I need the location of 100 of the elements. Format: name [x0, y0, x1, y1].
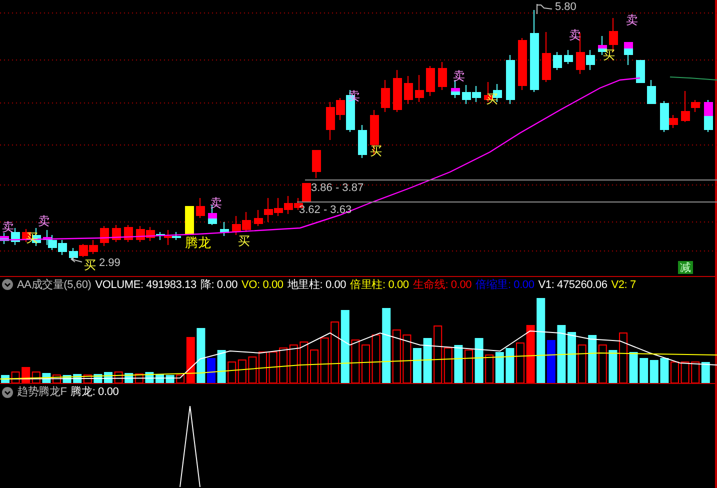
candlestick	[462, 84, 471, 104]
candlestick	[220, 222, 229, 236]
volume-bar	[506, 348, 514, 383]
volume-bar	[310, 349, 318, 383]
volume-bar	[578, 344, 586, 383]
volume-bar	[516, 342, 524, 383]
volume-bar	[629, 352, 638, 383]
volume-bar	[114, 371, 123, 383]
candlestick	[381, 80, 390, 112]
candlestick	[69, 248, 78, 260]
candlestick	[393, 70, 402, 112]
volume-bar	[413, 348, 422, 383]
buy-signal: 买	[238, 235, 250, 247]
volume-bar	[22, 366, 30, 383]
high-price-label: 5.80	[555, 2, 576, 13]
volume-bar	[701, 362, 710, 383]
candlestick	[636, 60, 645, 84]
volume-bar	[670, 361, 679, 383]
volume-bar	[650, 360, 658, 383]
indicator-value: 倍缩里: 0.00	[476, 278, 534, 292]
indicator-value: 生命线: 0.00	[412, 278, 472, 292]
price-range-label: 3.86 - 3.87	[311, 183, 364, 194]
volume-bar	[320, 337, 329, 383]
volume-bar	[526, 324, 535, 383]
volume-bar	[608, 350, 618, 383]
buy-signal: 买	[26, 232, 38, 244]
candlestick	[518, 38, 527, 90]
candlestick	[136, 226, 145, 242]
volume-bar	[691, 361, 700, 383]
indicator-value: 地里柱: 0.00	[287, 278, 346, 292]
indicator-value: V1: 475260.06	[538, 278, 608, 292]
candlestick	[564, 50, 573, 64]
sell-signal: 卖	[626, 14, 638, 26]
sell-signal: 卖	[38, 215, 50, 227]
candlestick	[426, 66, 435, 96]
volume-bar	[248, 356, 257, 383]
indicator-name: AA成交量(5,60)	[17, 278, 92, 292]
volume-bar	[228, 361, 236, 383]
candlestick	[624, 42, 633, 66]
candlestick	[58, 240, 67, 256]
volume-bar	[464, 349, 473, 383]
candlestick	[542, 32, 551, 82]
indicator-value: VO: 0.00	[242, 278, 284, 292]
volume-bar	[268, 351, 278, 383]
volume-bar	[217, 350, 226, 383]
indicator-value: 降: 0.00	[200, 278, 238, 292]
arrow-icon	[70, 256, 82, 262]
indicator-value: V2: 7	[611, 278, 636, 292]
candlestick	[100, 226, 109, 246]
candlestick	[704, 100, 713, 132]
volume-bar	[568, 332, 576, 383]
sell-signal: 卖	[2, 221, 14, 233]
buy-signal: 买	[486, 93, 498, 105]
volume-bar	[238, 359, 246, 383]
candlestick	[438, 62, 447, 90]
volume-bar	[640, 358, 648, 383]
volume-bar	[454, 344, 463, 383]
indicator-value: 腾龙: 0.00	[70, 385, 119, 399]
reduce-badge: 减	[678, 261, 693, 274]
candlestick	[79, 244, 88, 258]
volume-bar	[196, 328, 206, 383]
candlestick	[48, 234, 57, 250]
flag-icon	[536, 4, 552, 14]
expand-icon[interactable]	[2, 279, 13, 290]
volume-bar	[83, 374, 92, 383]
low-price-label: 2.99	[99, 258, 120, 269]
candlestick	[415, 74, 424, 102]
trend-line	[670, 76, 717, 80]
volume-bar	[402, 334, 412, 383]
volume-bar	[372, 334, 380, 383]
candlestick	[358, 124, 367, 158]
candlestick	[647, 80, 656, 104]
signal-label: 腾龙	[185, 237, 211, 250]
candlestick	[451, 80, 460, 98]
volume-bar	[279, 347, 288, 383]
candlestick	[404, 76, 413, 104]
candlestick	[0, 232, 9, 244]
price-range-label: 3.62 - 3.63	[299, 205, 352, 216]
candlestick	[232, 216, 241, 236]
indicator-value: VOLUME: 491983.13	[95, 278, 196, 292]
buy-signal: 买	[603, 49, 615, 61]
volume-bar	[598, 344, 607, 383]
volume-bar	[258, 351, 267, 383]
volume-bar	[485, 354, 494, 383]
volume-bar	[392, 329, 401, 383]
volume-bar	[289, 344, 298, 383]
candlestick	[472, 86, 481, 102]
expand-icon[interactable]	[2, 386, 13, 398]
volume-bar	[619, 332, 628, 383]
candlestick	[196, 198, 205, 218]
candlestick	[185, 206, 194, 236]
volume-bar	[351, 339, 360, 383]
candlestick	[89, 240, 98, 254]
indicator-name: 趋势腾龙F	[17, 385, 67, 399]
volume-bar	[300, 341, 308, 383]
candlestick	[242, 212, 251, 232]
volume-bar	[330, 321, 340, 383]
buy-signal: 买	[84, 259, 96, 271]
indicator-value: 倍里柱: 0.00	[350, 278, 409, 292]
volume-bar	[32, 371, 40, 383]
